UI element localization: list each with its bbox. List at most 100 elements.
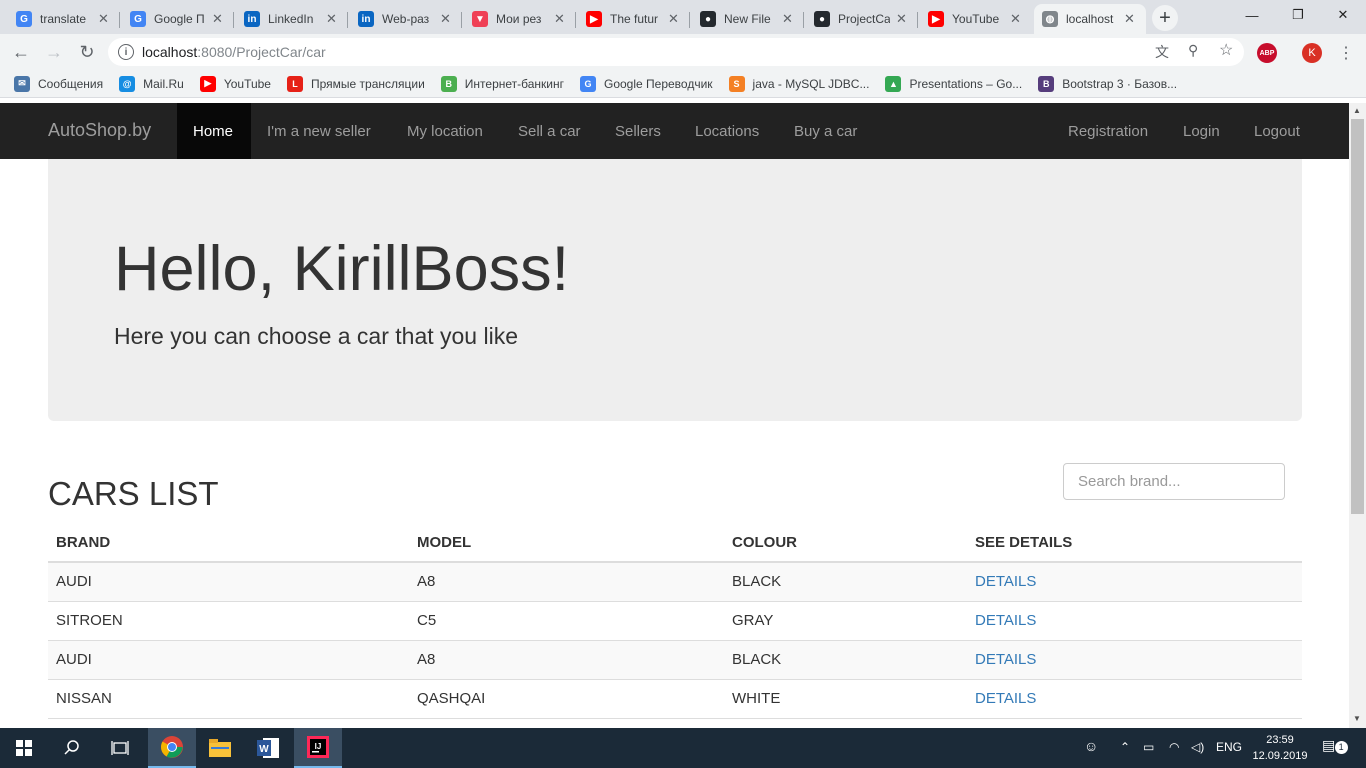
nav-link-locations[interactable]: Locations (679, 103, 778, 159)
browser-tab[interactable]: in Web-раз ✕ (350, 4, 462, 34)
chrome-taskbar-icon[interactable] (148, 728, 196, 768)
zoom-icon[interactable]: ⚲ (1188, 42, 1198, 59)
scrollbar-thumb[interactable] (1351, 119, 1364, 514)
nav-link-sell-a-car[interactable]: Sell a car (502, 103, 599, 159)
adblock-plus-icon[interactable]: ABP (1257, 43, 1277, 63)
cell-details: DETAILS (967, 639, 1302, 679)
nav-link-registration[interactable]: Registration (1052, 103, 1167, 159)
bookmark-star-icon[interactable]: ☆ (1219, 40, 1233, 60)
cars-list-title: CARS LIST (48, 475, 219, 512)
browser-tab[interactable]: ▼ Мои рез ✕ (464, 4, 576, 34)
tab-title: Web-раз (382, 12, 430, 26)
browser-tab[interactable]: ▶ The futur ✕ (578, 4, 690, 34)
browser-tab[interactable]: Gtranslate ✕ (8, 4, 120, 34)
taskbar-clock[interactable]: 23:59 12.09.2019 (1252, 732, 1308, 764)
browser-tab[interactable]: in LinkedIn ✕ (236, 4, 348, 34)
bookmark-item[interactable]: B Bootstrap 3 · Базов... (1038, 75, 1178, 92)
nav-link-logout[interactable]: Logout (1238, 103, 1318, 159)
nav-link-buy-a-car[interactable]: Buy a car (778, 103, 875, 159)
svg-text:W: W (259, 744, 269, 755)
people-icon[interactable]: ☺ (1084, 738, 1098, 754)
details-link[interactable]: DETAILS (975, 651, 1036, 668)
table-row: AUDI A8 BLACK DETAILS (48, 561, 1302, 601)
menu-kebab-icon[interactable]: ⋮ (1338, 43, 1354, 63)
site-brand[interactable]: AutoShop.by (48, 120, 151, 141)
browser-tab[interactable]: G Google П ✕ (122, 4, 234, 34)
details-link[interactable]: DETAILS (975, 612, 1036, 629)
word-icon[interactable]: W (244, 728, 292, 768)
new-tab-button[interactable]: + (1152, 5, 1178, 31)
browser-tab[interactable]: ▶ YouTube ✕ (920, 4, 1032, 34)
page-scrollbar[interactable]: ▲ ▼ (1349, 103, 1366, 728)
tab-close-icon[interactable]: ✕ (554, 11, 565, 27)
wifi-icon[interactable]: ◠ (1169, 740, 1179, 754)
maximize-button[interactable]: ❐ (1275, 0, 1321, 30)
scroll-down-arrow-icon[interactable]: ▼ (1353, 714, 1361, 723)
address-bar[interactable]: i localhost:8080/ProjectCar/car (108, 38, 1244, 66)
browser-tab[interactable]: ◍ localhost ✕ (1034, 4, 1146, 34)
bookmark-label: Bootstrap 3 · Базов... (1062, 76, 1178, 91)
battery-icon[interactable]: ▭ (1143, 740, 1154, 754)
show-hidden-icons-icon[interactable]: ⌃ (1120, 740, 1130, 754)
site-info-icon[interactable]: i (118, 44, 134, 60)
tab-close-icon[interactable]: ✕ (1124, 11, 1135, 27)
reload-button[interactable]: ↻ (75, 40, 99, 64)
search-brand-input[interactable] (1063, 463, 1285, 500)
tab-separator (689, 12, 690, 28)
table-row: NISSAN QASHQAI WHITE DETAILS (48, 678, 1302, 718)
back-button[interactable]: ← (9, 40, 33, 64)
tab-close-icon[interactable]: ✕ (440, 11, 451, 27)
nav-link-my-location[interactable]: My location (391, 103, 502, 159)
address-path: :8080/ProjectCar/car (197, 44, 326, 60)
clock-date: 12.09.2019 (1252, 750, 1308, 762)
google-translate-icon: G (16, 11, 32, 27)
clock-time: 23:59 (1266, 734, 1294, 746)
nav-link-sellers[interactable]: Sellers (599, 103, 679, 159)
browser-tab[interactable]: ● New File ✕ (692, 4, 804, 34)
minimize-button[interactable]: — (1229, 0, 1275, 30)
tab-title: The futur (610, 12, 659, 26)
cell-brand: NISSAN (48, 678, 409, 718)
tab-close-icon[interactable]: ✕ (98, 11, 109, 27)
language-indicator[interactable]: ENG (1216, 740, 1242, 754)
details-link[interactable]: DETAILS (975, 573, 1036, 590)
bookmark-item[interactable]: B Интернет-банкинг (440, 75, 564, 92)
tab-close-icon[interactable]: ✕ (326, 11, 337, 27)
tab-close-icon[interactable]: ✕ (782, 11, 793, 27)
cell-model: A8 (409, 639, 724, 679)
action-center-icon[interactable]: ▤ 1 (1322, 737, 1348, 754)
bookmark-label: Прямые трансляции (310, 76, 425, 91)
file-explorer-icon[interactable] (196, 728, 244, 768)
tab-close-icon[interactable]: ✕ (896, 11, 907, 27)
intellij-idea-icon[interactable]: IJ (294, 728, 342, 768)
browser-tab[interactable]: ● ProjectCa ✕ (806, 4, 918, 34)
bookmark-item[interactable]: Sjava - MySQL JDBC... (728, 75, 869, 92)
bookmark-item[interactable]: ▶ YouTube (199, 75, 271, 92)
forward-button[interactable]: → (42, 40, 66, 64)
cell-brand: SITROEN (48, 600, 409, 640)
tab-close-icon[interactable]: ✕ (1010, 11, 1021, 27)
translate-page-icon[interactable]: 文 (1155, 42, 1169, 62)
volume-icon[interactable]: ◁) (1191, 740, 1204, 754)
scroll-up-arrow-icon[interactable]: ▲ (1353, 106, 1361, 115)
profile-avatar[interactable]: K (1302, 43, 1322, 63)
nav-link-home[interactable]: Home (177, 103, 251, 159)
bookmark-item[interactable]: ▲ Presentations – Go... (885, 75, 1022, 92)
bookmark-item[interactable]: @ Mail.Ru (119, 75, 184, 92)
youtube-icon: ▶ (586, 11, 602, 27)
windows-start-icon[interactable] (0, 728, 48, 768)
bookmark-item[interactable]: G Google Переводчик (580, 75, 713, 92)
bookmark-item[interactable]: L Прямые трансляции (286, 75, 425, 92)
details-link[interactable]: DETAILS (975, 690, 1036, 707)
task-view-icon[interactable] (96, 728, 144, 768)
tab-close-icon[interactable]: ✕ (212, 11, 223, 27)
search-icon[interactable] (48, 728, 96, 768)
column-header-details: SEE DETAILS (967, 523, 1302, 563)
nav-link-login[interactable]: Login (1167, 103, 1238, 159)
close-window-button[interactable]: ✕ (1320, 0, 1366, 30)
nav-link-i-m-a-new-seller[interactable]: I'm a new seller (251, 103, 391, 159)
bookmark-item[interactable]: ✉ Сообщения (14, 75, 103, 92)
tab-title: Мои рез (496, 12, 542, 26)
tab-close-icon[interactable]: ✕ (668, 11, 679, 27)
tab-separator (803, 12, 804, 28)
